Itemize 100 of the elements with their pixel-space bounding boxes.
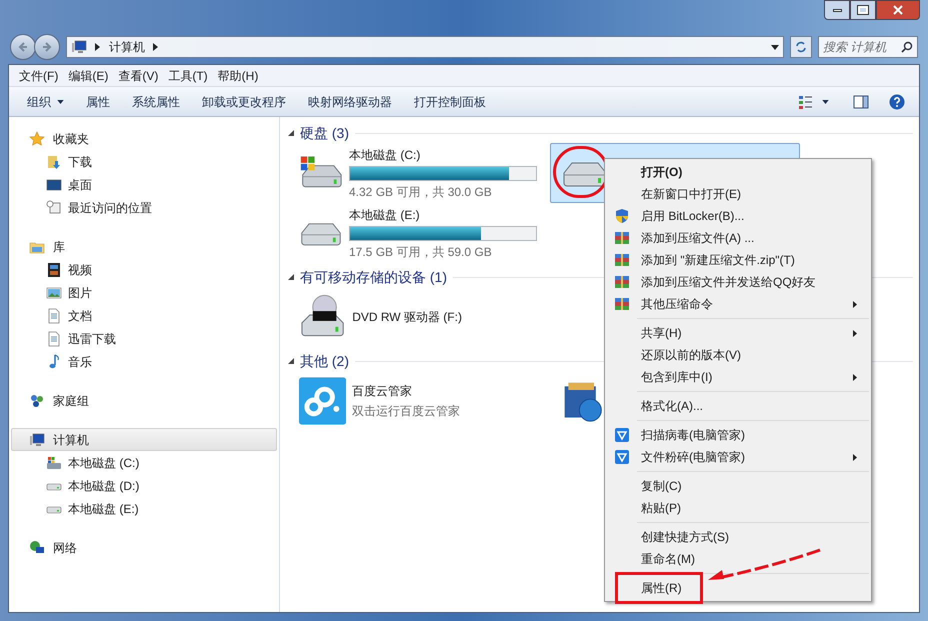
- context-menu-item[interactable]: 属性(R): [607, 577, 869, 599]
- group-header[interactable]: 有可移动存储的设备 (1): [300, 266, 447, 288]
- search-field[interactable]: 搜索 计算机: [818, 36, 918, 58]
- minimize-button[interactable]: [824, 0, 850, 20]
- view-list-icon: [798, 94, 814, 110]
- close-button[interactable]: [876, 0, 920, 20]
- toolbar-button[interactable]: 属性: [78, 90, 118, 114]
- forward-button[interactable]: [34, 34, 60, 60]
- star-icon: [29, 130, 45, 146]
- submenu-arrow-icon: [853, 330, 857, 336]
- sidebar-item[interactable]: 计算机: [11, 428, 277, 451]
- breadcrumb-arrow-icon: [153, 43, 159, 51]
- toolbar-button[interactable]: 打开控制面板: [406, 90, 494, 114]
- context-menu-item[interactable]: 重命名(M): [607, 548, 869, 570]
- sidebar-item[interactable]: 本地磁盘 (E:): [9, 497, 279, 520]
- context-menu-item[interactable]: 创建快捷方式(S): [607, 526, 869, 548]
- sidebar-item[interactable]: 图片: [9, 281, 279, 304]
- context-menu-item[interactable]: 打开(O): [607, 161, 869, 183]
- dropdown-arrow-icon: [57, 100, 64, 104]
- submenu-arrow-icon: [853, 454, 857, 460]
- maximize-button[interactable]: [850, 0, 876, 20]
- search-icon: [901, 41, 913, 53]
- refresh-icon: [795, 41, 807, 53]
- item-name: 百度云管家: [352, 383, 414, 400]
- cloud-app-icon: [299, 377, 346, 425]
- sidebar-item[interactable]: 家庭组: [11, 389, 277, 412]
- menu-item[interactable]: 文件(F): [17, 66, 60, 84]
- archive-icon: [614, 274, 630, 290]
- network-icon: [29, 540, 45, 556]
- computer-icon: [71, 39, 87, 55]
- context-menu-item[interactable]: 格式化(A)...: [607, 395, 869, 417]
- drive-item[interactable]: 本地磁盘 (C:) 4.32 GB 可用，共 30.0 GB: [288, 143, 538, 203]
- toolbar-button[interactable]: 组织: [19, 90, 72, 114]
- left-arrow-icon: [17, 41, 29, 53]
- shield-icon: [614, 208, 630, 224]
- sidebar-item[interactable]: 迅雷下载: [9, 327, 279, 350]
- sidebar-item[interactable]: 库: [11, 235, 277, 258]
- context-menu-item[interactable]: 还原以前的版本(V): [607, 344, 869, 366]
- homegroup-icon: [29, 392, 45, 408]
- sidebar-item[interactable]: 桌面: [9, 173, 279, 196]
- item-info: 17.5 GB 可用，共 59.0 GB: [349, 244, 493, 260]
- context-menu-item[interactable]: 扫描病毒(电脑管家): [607, 424, 869, 446]
- context-menu-item[interactable]: 启用 BitLocker(B)...: [607, 205, 869, 227]
- sidebar-item[interactable]: 收藏夹: [11, 127, 277, 150]
- collapse-arrow-icon[interactable]: [288, 130, 294, 136]
- context-menu-item[interactable]: 复制(C): [607, 475, 869, 497]
- item-name: 本地磁盘 (C:): [349, 146, 422, 164]
- group-header[interactable]: 硬盘 (3): [300, 122, 349, 144]
- sidebar-item[interactable]: 文档: [9, 304, 279, 327]
- collapse-arrow-icon[interactable]: [288, 274, 294, 280]
- document-icon: [46, 308, 62, 324]
- refresh-button[interactable]: [790, 36, 812, 58]
- item-info: 双击运行百度云管家: [352, 403, 462, 420]
- group-header[interactable]: 其他 (2): [300, 350, 349, 372]
- context-menu-item[interactable]: 其他压缩命令: [607, 293, 869, 315]
- context-menu-item[interactable]: 在新窗口中打开(E): [607, 183, 869, 205]
- item-info: 4.32 GB 可用，共 30.0 GB: [349, 184, 493, 200]
- breadcrumb-item[interactable]: 计算机: [109, 38, 145, 56]
- toolbar-button[interactable]: 系统属性: [124, 90, 188, 114]
- recent-places-icon: [46, 200, 62, 216]
- context-menu-item[interactable]: 包含到库中(I): [607, 366, 869, 388]
- sidebar-item[interactable]: 视频: [9, 258, 279, 281]
- sidebar-item[interactable]: 音乐: [9, 350, 279, 373]
- item-name: DVD RW 驱动器 (F:): [352, 309, 463, 326]
- breadcrumb-arrow-icon: [95, 43, 101, 51]
- menu-item[interactable]: 查看(V): [116, 66, 160, 84]
- sidebar-item[interactable]: 下载: [9, 150, 279, 173]
- drive-item[interactable]: DVD RW 驱动器 (F:): [288, 287, 538, 347]
- context-menu-item[interactable]: 文件粉碎(电脑管家): [607, 446, 869, 468]
- picture-icon: [46, 284, 62, 300]
- right-arrow-icon: [41, 41, 53, 53]
- dropdown-arrow-icon[interactable]: [771, 44, 779, 50]
- context-menu-item[interactable]: 添加到压缩文件并发送给QQ好友: [607, 271, 869, 293]
- sidebar-item[interactable]: 本地磁盘 (C:): [9, 451, 279, 474]
- computer-icon: [29, 432, 45, 448]
- menu-item[interactable]: 帮助(H): [216, 66, 260, 84]
- pane-icon: [853, 94, 869, 110]
- archive-icon: [614, 230, 630, 246]
- archive-icon: [614, 296, 630, 312]
- menu-item[interactable]: 工具(T): [166, 66, 210, 84]
- back-button[interactable]: [10, 34, 36, 60]
- collapse-arrow-icon[interactable]: [288, 358, 294, 364]
- address-field[interactable]: 计算机: [66, 36, 784, 58]
- context-menu-item[interactable]: 添加到压缩文件(A) ...: [607, 227, 869, 249]
- shield-icon: [614, 449, 630, 465]
- context-menu-item[interactable]: 添加到 "新建压缩文件.zip"(T): [607, 249, 869, 271]
- archive-icon: [614, 252, 630, 268]
- submenu-arrow-icon: [853, 374, 857, 380]
- submenu-arrow-icon: [853, 300, 857, 308]
- sidebar-item[interactable]: 网络: [11, 536, 277, 559]
- sidebar-item[interactable]: 本地磁盘 (D:): [9, 474, 279, 497]
- toolbar-button[interactable]: 映射网络驱动器: [300, 90, 400, 114]
- drive-item[interactable]: 百度云管家 双击运行百度云管家: [288, 371, 538, 431]
- sidebar-item[interactable]: 最近访问的位置: [9, 196, 279, 219]
- film-icon: [46, 262, 62, 278]
- menu-item[interactable]: 编辑(E): [66, 66, 110, 84]
- context-menu-item[interactable]: 粘贴(P): [607, 497, 869, 519]
- context-menu-item[interactable]: 共享(H): [607, 322, 869, 344]
- toolbar-button[interactable]: 卸载或更改程序: [194, 90, 294, 114]
- drive-item[interactable]: 本地磁盘 (E:) 17.5 GB 可用，共 59.0 GB: [288, 203, 538, 263]
